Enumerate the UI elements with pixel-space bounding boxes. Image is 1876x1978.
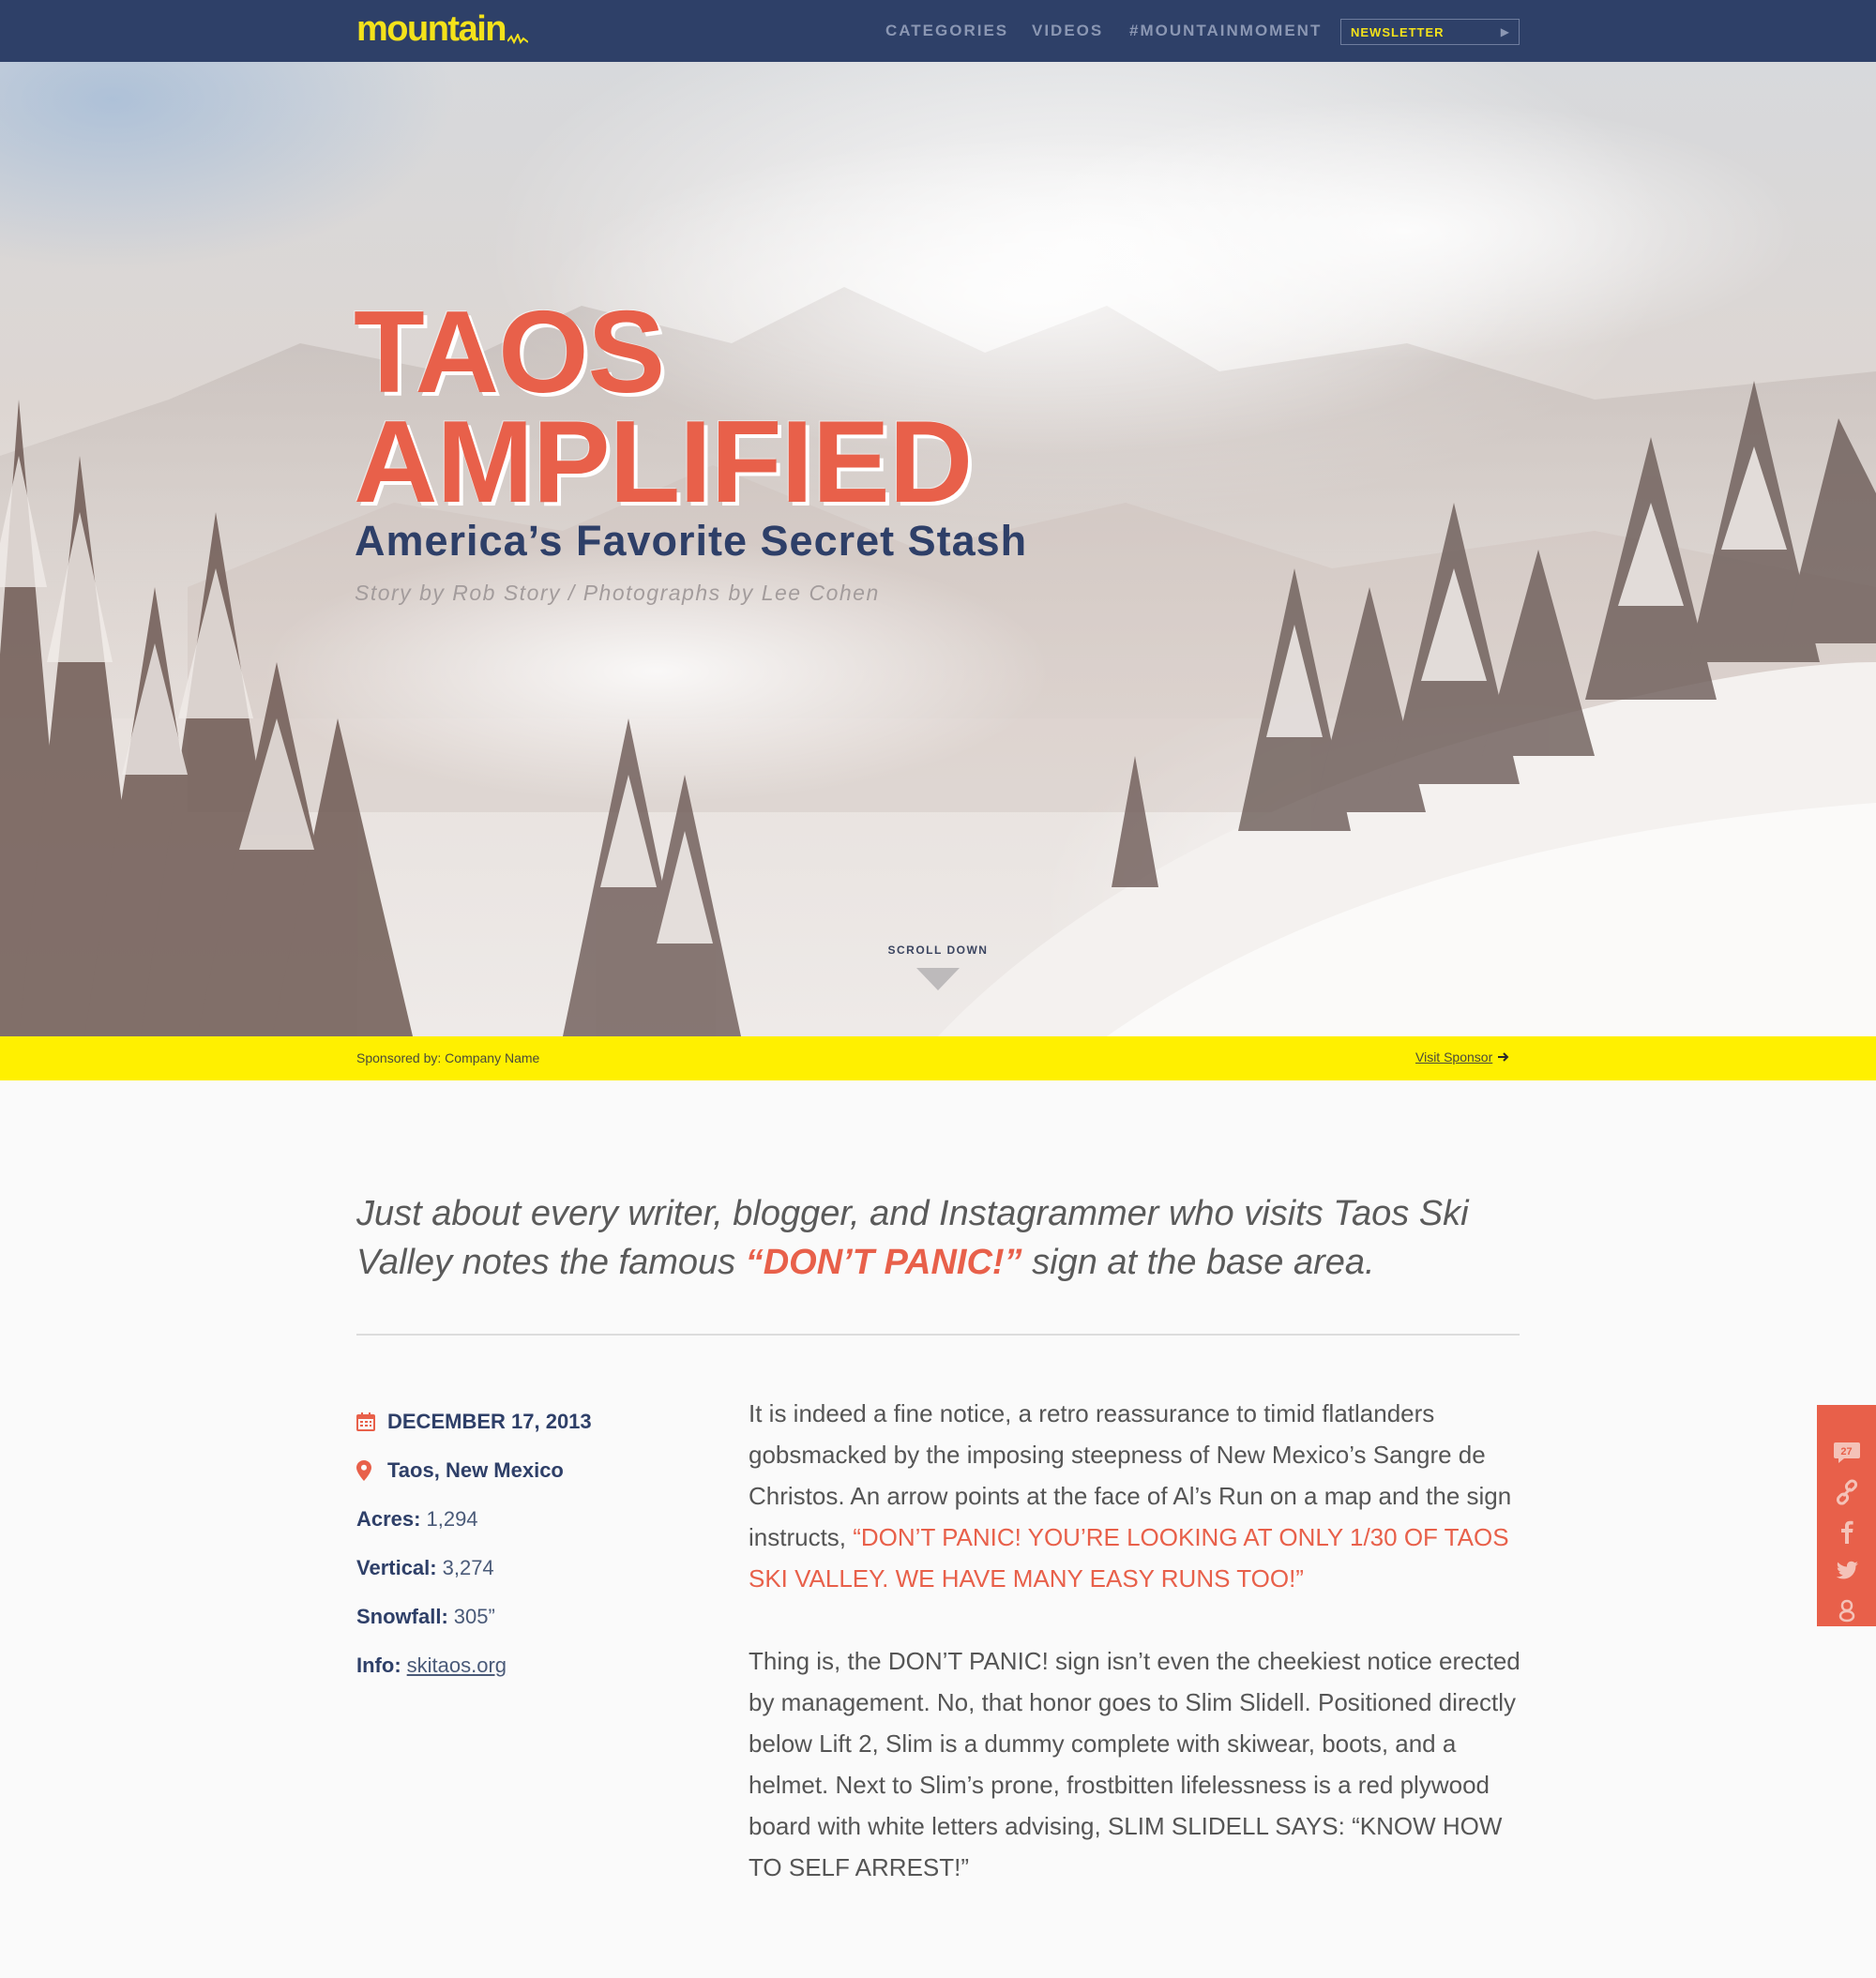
calendar-icon [356,1412,387,1431]
newsletter-button[interactable]: NEWSLETTER ▶ [1340,19,1520,45]
acres-label: Acres: [356,1507,421,1531]
date-row: DECEMBER 17, 2013 [356,1397,713,1446]
twitter-icon [1836,1561,1858,1579]
info-row: Info: skitaos.org [356,1641,713,1690]
sponsor-text: Sponsored by: Company Name [356,1050,540,1065]
google-plus-share-button[interactable] [1833,1596,1861,1624]
resort-info-sidebar: DECEMBER 17, 2013 Taos, New Mexico Acres… [356,1397,713,1690]
scroll-down-label: SCROLL DOWN [887,944,989,957]
logo-text: mountain [356,9,507,49]
vertical-label: Vertical: [356,1556,437,1579]
facebook-icon [1840,1520,1853,1544]
article-byline: Story by Rob Story / Photographs by Lee … [355,581,880,605]
article-subtitle: America’s Favorite Secret Stash [355,517,1028,565]
location-row: Taos, New Mexico [356,1446,713,1495]
copy-link-button[interactable] [1833,1478,1861,1506]
acres-value: 1,294 [426,1507,478,1531]
nav-mountainmoment[interactable]: #MOUNTAINMOMENT [1129,21,1322,41]
location-pin-icon [356,1460,387,1481]
vertical-row: Vertical: 3,274 [356,1544,713,1593]
paragraph-2: Thing is, the DON’T PANIC! sign isn’t ev… [749,1647,1520,1881]
play-arrow-icon: ▶ [1500,25,1509,38]
paragraph-1: It is indeed a fine notice, a retro reas… [749,1393,1536,1599]
nav-videos[interactable]: VIDEOS [1032,21,1103,41]
title-line-1: TAOS [354,288,665,417]
article-lead: Just about every writer, blogger, and In… [356,1189,1529,1287]
top-navigation-bar: mountain CATEGORIES VIDEOS #MOUNTAINMOME… [0,0,1876,62]
snowfall-row: Snowfall: 305” [356,1593,713,1641]
section-divider [356,1334,1520,1336]
visit-sponsor-link[interactable]: Visit Sponsor [1415,1049,1509,1064]
acres-row: Acres: 1,294 [356,1495,713,1544]
sponsor-bar: Sponsored by: Company Name Visit Sponsor [0,1036,1876,1080]
vertical-value: 3,274 [442,1556,494,1579]
comment-button[interactable]: 27 [1833,1439,1861,1467]
article-body: It is indeed a fine notice, a retro reas… [749,1393,1536,1929]
facebook-share-button[interactable] [1833,1517,1861,1546]
hero-section: TAOS AMPLIFIED America’s Favorite Secret… [0,62,1876,1036]
google-plus-icon [1838,1599,1854,1623]
arrow-right-icon [1498,1052,1509,1062]
scroll-down-button[interactable]: SCROLL DOWN [844,944,1032,990]
snowfall-label: Snowfall: [356,1605,448,1628]
paragraph-1-quote: “DON’T PANIC! YOU’RE LOOKING AT ONLY 1/3… [749,1523,1509,1593]
twitter-share-button[interactable] [1833,1557,1861,1585]
nav-categories[interactable]: CATEGORIES [885,21,1008,41]
share-rail: 27 [1817,1405,1876,1626]
article-location: Taos, New Mexico [387,1458,564,1482]
down-triangle-icon [916,968,960,990]
title-line-2: AMPLIFIED [354,398,973,527]
lead-accent-quote: “DON’T PANIC!” [745,1243,1022,1282]
article-title: TAOS AMPLIFIED [354,288,973,527]
newsletter-label: NEWSLETTER [1351,24,1445,39]
resort-website-link[interactable]: skitaos.org [407,1653,507,1678]
mountain-squiggle-icon [507,34,528,45]
info-label: Info: [356,1653,401,1677]
link-icon [1836,1479,1857,1505]
visit-sponsor-label: Visit Sponsor [1415,1049,1493,1064]
site-logo[interactable]: mountain [356,8,528,51]
comment-count: 27 [1840,1446,1853,1458]
lead-text-after: sign at the base area. [1021,1243,1375,1282]
article-date: DECEMBER 17, 2013 [387,1410,592,1433]
snowfall-value: 305” [453,1605,495,1628]
